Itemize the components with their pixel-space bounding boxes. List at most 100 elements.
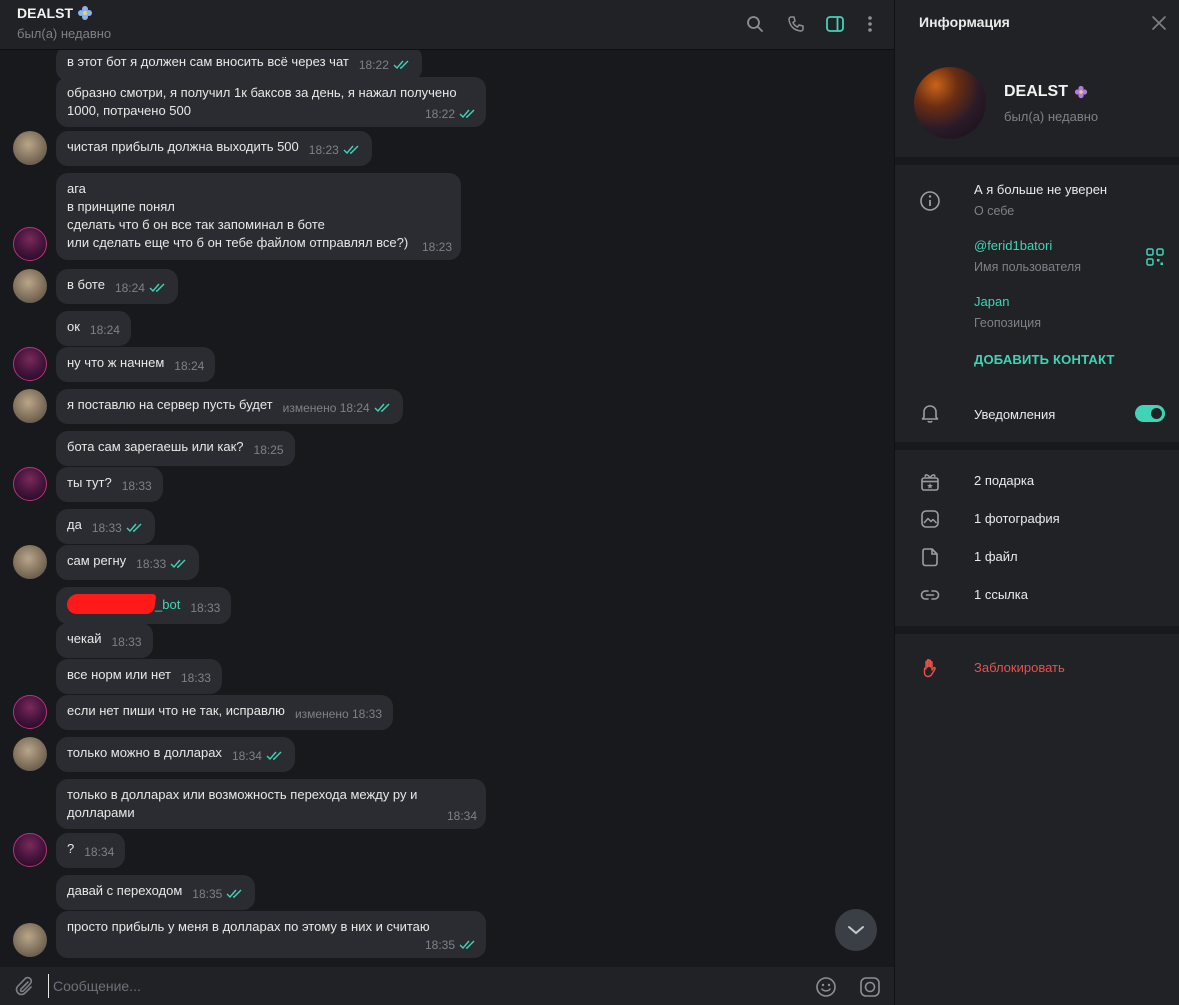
read-check-icon	[459, 940, 475, 950]
message-line: образно смотри, я получил 1к баксов за д…	[67, 85, 457, 100]
chat-status: был(а) недавно	[17, 26, 112, 41]
message-time: изменено 18:24	[282, 401, 370, 415]
message-bubble[interactable]: сам регну 18:33	[56, 545, 200, 580]
message-time: 18:33	[136, 557, 167, 571]
message-bubble[interactable]: в боте 18:24	[56, 269, 178, 304]
read-check-icon	[374, 403, 390, 413]
message-list[interactable]: в этот бот я должен сам вносить всё чере…	[0, 50, 894, 965]
profile-status: был(а) недавно	[1004, 109, 1099, 124]
links-text: 1 ссылка	[974, 587, 1028, 602]
add-contact-button[interactable]: ДОБАВИТЬ КОНТАКТ	[974, 352, 1115, 367]
message-time: 18:34	[84, 845, 115, 859]
message-bubble[interactable]: только в долларах или возможность перехо…	[56, 779, 486, 829]
location-text[interactable]: Japan	[974, 294, 1009, 309]
avatar[interactable]	[13, 269, 47, 303]
chat-title[interactable]: DEALST	[17, 5, 93, 21]
message-time: 18:23	[308, 143, 339, 157]
avatar[interactable]	[13, 347, 47, 381]
profile-avatar[interactable]	[914, 67, 986, 139]
message-time: 18:24	[174, 359, 205, 373]
location-label: Геопозиция	[974, 316, 1042, 330]
avatar[interactable]	[13, 545, 47, 579]
message-time: изменено 18:33	[294, 707, 383, 721]
bot-link[interactable]: _bot	[155, 597, 180, 612]
read-check-icon	[459, 109, 475, 119]
avatar[interactable]	[13, 695, 47, 729]
link-icon	[920, 590, 940, 600]
avatar[interactable]	[13, 923, 47, 957]
message-time: 18:33	[180, 671, 211, 685]
qr-code-icon[interactable]	[1146, 248, 1164, 266]
message-time: 18:34	[231, 749, 262, 763]
chat-pane: DEALST был(а) недавно в этот бот я долже…	[0, 0, 894, 1005]
message-text: чистая прибыль должна выходить 500	[67, 139, 299, 154]
more-icon[interactable]	[858, 12, 882, 36]
read-check-icon	[226, 889, 242, 899]
chat-title-text: DEALST	[17, 5, 73, 21]
notifications-label: Уведомления	[974, 407, 1056, 422]
message-bubble[interactable]: только можно в долларах 18:34	[56, 737, 295, 772]
message-bubble[interactable]: ага в принципе понял сделать что б он вс…	[56, 173, 461, 260]
chevron-down-icon	[848, 926, 864, 935]
message-time: 18:22	[358, 58, 389, 72]
block-user-button[interactable]: Заблокировать	[974, 660, 1065, 675]
message-bubble[interactable]: чистая прибыль должна выходить 500 18:23	[56, 131, 372, 166]
message-bubble[interactable]: я поставлю на сервер пусть будет изменено…	[56, 389, 403, 424]
message-line: только в долларах или возможность перехо…	[67, 787, 418, 802]
message-bubble[interactable]: _bot 18:33	[56, 587, 232, 624]
camera-icon[interactable]	[859, 976, 881, 998]
message-text: ты тут?	[67, 475, 112, 490]
paperclip-icon[interactable]	[13, 975, 35, 997]
sidebar-toggle-icon[interactable]	[823, 12, 847, 36]
notifications-toggle[interactable]	[1135, 405, 1165, 422]
message-text: я поставлю на сервер пусть будет	[67, 397, 273, 412]
emoji-icon[interactable]	[815, 976, 837, 998]
avatar[interactable]	[13, 833, 47, 867]
message-bubble[interactable]: все норм или нет 18:33	[56, 659, 222, 694]
read-check-icon	[266, 751, 282, 761]
message-text: сам регну	[67, 553, 127, 568]
message-line: сделать что б он все так запоминал в бот…	[67, 217, 325, 232]
phone-icon[interactable]	[784, 12, 808, 36]
avatar[interactable]	[13, 467, 47, 501]
message-bubble[interactable]: да 18:33	[56, 509, 155, 544]
avatar[interactable]	[13, 227, 47, 261]
message-bubble[interactable]: ? 18:34	[56, 833, 126, 868]
message-line: ага	[67, 181, 86, 196]
message-time: 18:33	[111, 635, 142, 649]
message-input[interactable]	[48, 974, 788, 998]
message-bubble[interactable]: просто прибыль у меня в долларах по этом…	[56, 911, 486, 958]
message-time: 18:33	[121, 479, 152, 493]
message-time: 18:25	[253, 443, 284, 457]
message-bubble[interactable]: бота сам зарегаешь или как? 18:25	[56, 431, 295, 466]
message-line: в принципе понял	[67, 199, 175, 214]
message-bubble[interactable]: образно смотри, я получил 1к баксов за д…	[56, 77, 486, 127]
message-text: бота сам зарегаешь или как?	[67, 439, 244, 454]
message-text: ок	[67, 319, 80, 334]
search-icon[interactable]	[743, 12, 767, 36]
read-check-icon	[170, 559, 186, 569]
close-icon[interactable]	[1150, 14, 1168, 32]
message-text: ну что ж начнем	[67, 355, 165, 370]
files-text: 1 файл	[974, 549, 1018, 564]
message-text: в этот бот я должен сам вносить всё чере…	[67, 54, 349, 69]
message-bubble[interactable]: ну что ж начнем 18:24	[56, 347, 216, 382]
message-bubble[interactable]: ты тут? 18:33	[56, 467, 163, 502]
message-time: 18:22	[424, 107, 455, 121]
photos-text: 1 фотография	[974, 511, 1060, 526]
message-line: просто прибыль у меня в долларах по этом…	[67, 919, 430, 934]
message-time: 18:33	[91, 521, 122, 535]
avatar[interactable]	[13, 389, 47, 423]
avatar[interactable]	[13, 737, 47, 771]
message-bubble[interactable]: ок 18:24	[56, 311, 131, 346]
username-text[interactable]: @ferid1batori	[974, 238, 1052, 253]
message-bubble[interactable]: давай с переходом 18:35	[56, 875, 256, 910]
flower-emoji-icon	[1074, 85, 1088, 99]
avatar[interactable]	[13, 131, 47, 165]
chat-header: DEALST был(а) недавно	[0, 0, 894, 50]
message-bubble[interactable]: чекай 18:33	[56, 623, 153, 658]
message-text: в боте	[67, 277, 105, 292]
message-bubble[interactable]: если нет пиши что не так, исправлю измене…	[56, 695, 394, 730]
scroll-down-button[interactable]	[835, 909, 877, 951]
message-composer	[0, 967, 894, 1005]
